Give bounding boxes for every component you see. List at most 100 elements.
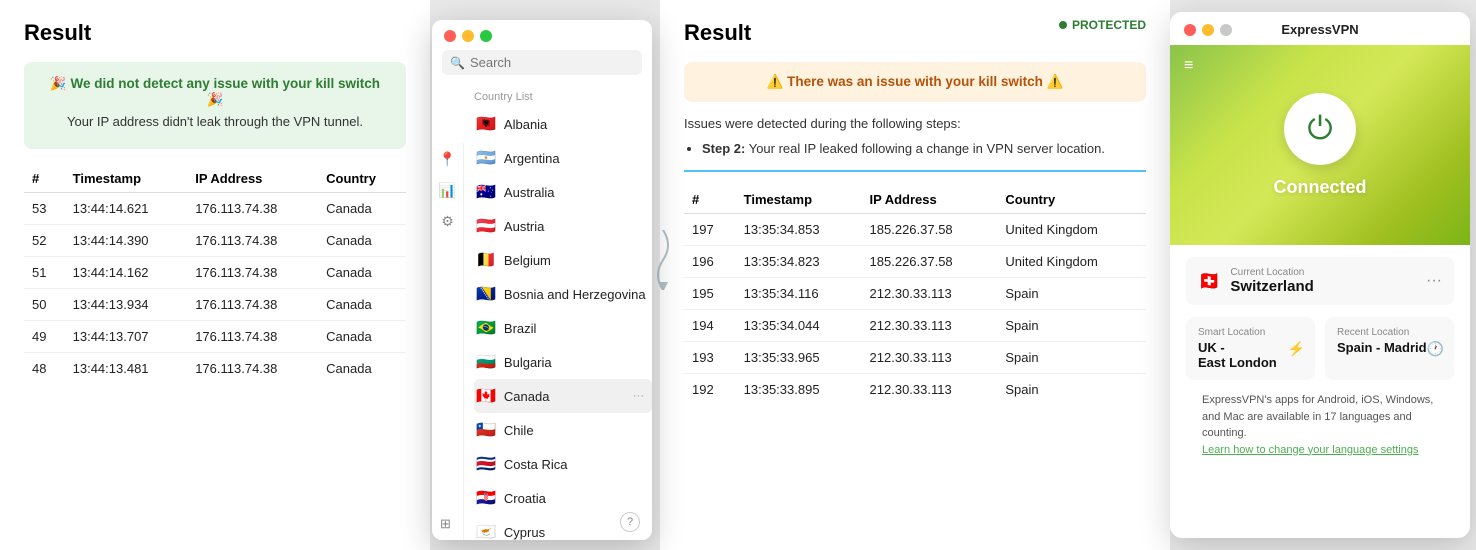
- cell-num: 51: [24, 257, 65, 289]
- evpn-footer: ExpressVPN's apps for Android, iOS, Wind…: [1186, 392, 1454, 470]
- settings-bottom-icon[interactable]: ⊞: [440, 516, 451, 532]
- warning-box: ⚠️ There was an issue with your kill swi…: [684, 62, 1146, 102]
- col-timestamp: Timestamp: [65, 165, 188, 193]
- country-more[interactable]: ···: [629, 390, 648, 402]
- evpn-smart-location-box[interactable]: Smart Location UK -East London ⚡: [1186, 317, 1315, 380]
- issue-item: Step 2: Your real IP leaked following a …: [702, 141, 1146, 156]
- evpn-gradient-bg: ≡ ⏻ Connected: [1170, 45, 1470, 245]
- right-table-header: # Timestamp IP Address Country: [684, 186, 1146, 214]
- cell-timestamp: 13:35:34.853: [736, 214, 862, 246]
- cell-ip: 212.30.33.113: [862, 278, 998, 310]
- cell-country: Canada: [318, 225, 406, 257]
- country-flag: 🇦🇱: [476, 114, 496, 134]
- cell-timestamp: 13:44:14.621: [65, 193, 188, 225]
- evpn-power-button[interactable]: ⏻: [1284, 93, 1356, 165]
- evpn-footer-link[interactable]: Learn how to change your language settin…: [1202, 444, 1419, 456]
- country-name: Austria: [504, 219, 648, 234]
- list-item[interactable]: 🇨🇱 Chile: [474, 413, 652, 447]
- right-table-container: # Timestamp IP Address Country 197 13:35…: [684, 186, 1146, 405]
- list-item[interactable]: 🇨🇦 Canada ···: [474, 379, 652, 413]
- popup-sidebar: 📍 📊 ⚙: [432, 143, 464, 540]
- evpn-current-flag: 🇨🇭: [1198, 271, 1220, 292]
- cell-country: Canada: [318, 289, 406, 321]
- country-name: Chile: [504, 423, 648, 438]
- evpn-minimize-btn[interactable]: [1202, 24, 1214, 36]
- evpn-smart-label: Smart Location: [1198, 327, 1303, 338]
- warning-message: ⚠️ There was an issue with your kill swi…: [767, 74, 1064, 89]
- protected-dot: [1059, 21, 1067, 29]
- cell-country: Canada: [318, 257, 406, 289]
- cell-country: United Kingdom: [997, 214, 1146, 246]
- list-item[interactable]: 🇭🇷 Croatia: [474, 481, 652, 515]
- country-name: Australia: [504, 185, 648, 200]
- table-row: 192 13:35:33.895 212.30.33.113 Spain: [684, 374, 1146, 406]
- evpn-current-location-label: Current Location: [1230, 267, 1416, 278]
- protected-label: PROTECTED: [1072, 18, 1146, 32]
- cell-ip: 176.113.74.38: [187, 321, 318, 353]
- table-row: 193 13:35:33.965 212.30.33.113 Spain: [684, 342, 1146, 374]
- table-row: 52 13:44:14.390 176.113.74.38 Canada: [24, 225, 406, 257]
- list-item[interactable]: 🇦🇺 Australia: [474, 175, 652, 209]
- evpn-more-button[interactable]: ···: [1426, 272, 1442, 290]
- list-item[interactable]: 🇧🇷 Brazil: [474, 311, 652, 345]
- evpn-close-btn[interactable]: [1184, 24, 1196, 36]
- close-dot[interactable]: [444, 30, 456, 42]
- evpn-recent-label: Recent Location: [1337, 327, 1442, 338]
- list-item[interactable]: 🇧🇬 Bulgaria: [474, 345, 652, 379]
- table-row: 197 13:35:34.853 185.226.37.58 United Ki…: [684, 214, 1146, 246]
- evpn-recent-location-box[interactable]: Recent Location Spain - Madrid 🕐: [1325, 317, 1454, 380]
- cell-ip: 212.30.33.113: [862, 310, 998, 342]
- country-name: Brazil: [504, 321, 648, 336]
- cell-num: 193: [684, 342, 736, 374]
- country-name: Albania: [504, 117, 648, 132]
- country-name: Bosnia and Herzegovina: [504, 287, 648, 302]
- country-flag: 🇦🇺: [476, 182, 496, 202]
- list-item[interactable]: 🇦🇹 Austria: [474, 209, 652, 243]
- minimize-dot[interactable]: [462, 30, 474, 42]
- search-box[interactable]: 🔍: [442, 50, 642, 75]
- list-item[interactable]: 🇧🇪 Belgium: [474, 243, 652, 277]
- help-button[interactable]: ?: [620, 512, 640, 532]
- table-row: 196 13:35:34.823 185.226.37.58 United Ki…: [684, 246, 1146, 278]
- cell-ip: 176.113.74.38: [187, 193, 318, 225]
- cell-ip: 212.30.33.113: [862, 374, 998, 406]
- cell-num: 196: [684, 246, 736, 278]
- emoji-end: 🎉: [207, 92, 224, 107]
- table-row: 53 13:44:14.621 176.113.74.38 Canada: [24, 193, 406, 225]
- evpn-current-location-name: Switzerland: [1230, 278, 1416, 295]
- list-item[interactable]: 🇨🇷 Costa Rica: [474, 447, 652, 481]
- list-item[interactable]: 🇦🇷 Argentina: [474, 141, 652, 175]
- table-row: 48 13:44:13.481 176.113.74.38 Canada: [24, 353, 406, 385]
- country-flag: 🇭🇷: [476, 488, 496, 508]
- cell-num: 194: [684, 310, 736, 342]
- evpn-app-title: ExpressVPN: [1281, 22, 1358, 37]
- list-item[interactable]: 🇧🇦 Bosnia and Herzegovina: [474, 277, 652, 311]
- evpn-window-controls: [1184, 24, 1232, 36]
- evpn-menu-icon[interactable]: ≡: [1184, 57, 1193, 75]
- col-country: Country: [318, 165, 406, 193]
- popup-titlebar: [432, 20, 652, 50]
- col-timestamp: Timestamp: [736, 186, 862, 214]
- cell-timestamp: 13:44:14.162: [65, 257, 188, 289]
- maximize-dot[interactable]: [480, 30, 492, 42]
- country-flag: 🇧🇷: [476, 318, 496, 338]
- evpn-maximize-btn[interactable]: [1220, 24, 1232, 36]
- location-icon[interactable]: 📍: [439, 151, 456, 168]
- cell-ip: 176.113.74.38: [187, 353, 318, 385]
- table-row: 50 13:44:13.934 176.113.74.38 Canada: [24, 289, 406, 321]
- country-flag: 🇨🇾: [476, 522, 496, 540]
- col-ip: IP Address: [187, 165, 318, 193]
- cell-ip: 176.113.74.38: [187, 257, 318, 289]
- evpn-power-icon: ⏻: [1307, 110, 1332, 148]
- country-name: Canada: [504, 389, 621, 404]
- country-section: Country List 🇦🇱 Albania 🇦🇷 Argentina 🇦🇺 …: [464, 83, 652, 540]
- settings-icon[interactable]: ⚙: [441, 213, 454, 230]
- list-item[interactable]: 🇦🇱 Albania: [474, 107, 652, 141]
- cell-timestamp: 13:35:33.965: [736, 342, 862, 374]
- country-list: 🇦🇱 Albania 🇦🇷 Argentina 🇦🇺 Australia 🇦🇹 …: [474, 107, 652, 540]
- bars-icon[interactable]: 📊: [439, 182, 456, 199]
- evpn-current-location-row[interactable]: 🇨🇭 Current Location Switzerland ···: [1186, 257, 1454, 305]
- cell-timestamp: 13:44:13.934: [65, 289, 188, 321]
- search-input[interactable]: [470, 55, 634, 70]
- cell-timestamp: 13:44:14.390: [65, 225, 188, 257]
